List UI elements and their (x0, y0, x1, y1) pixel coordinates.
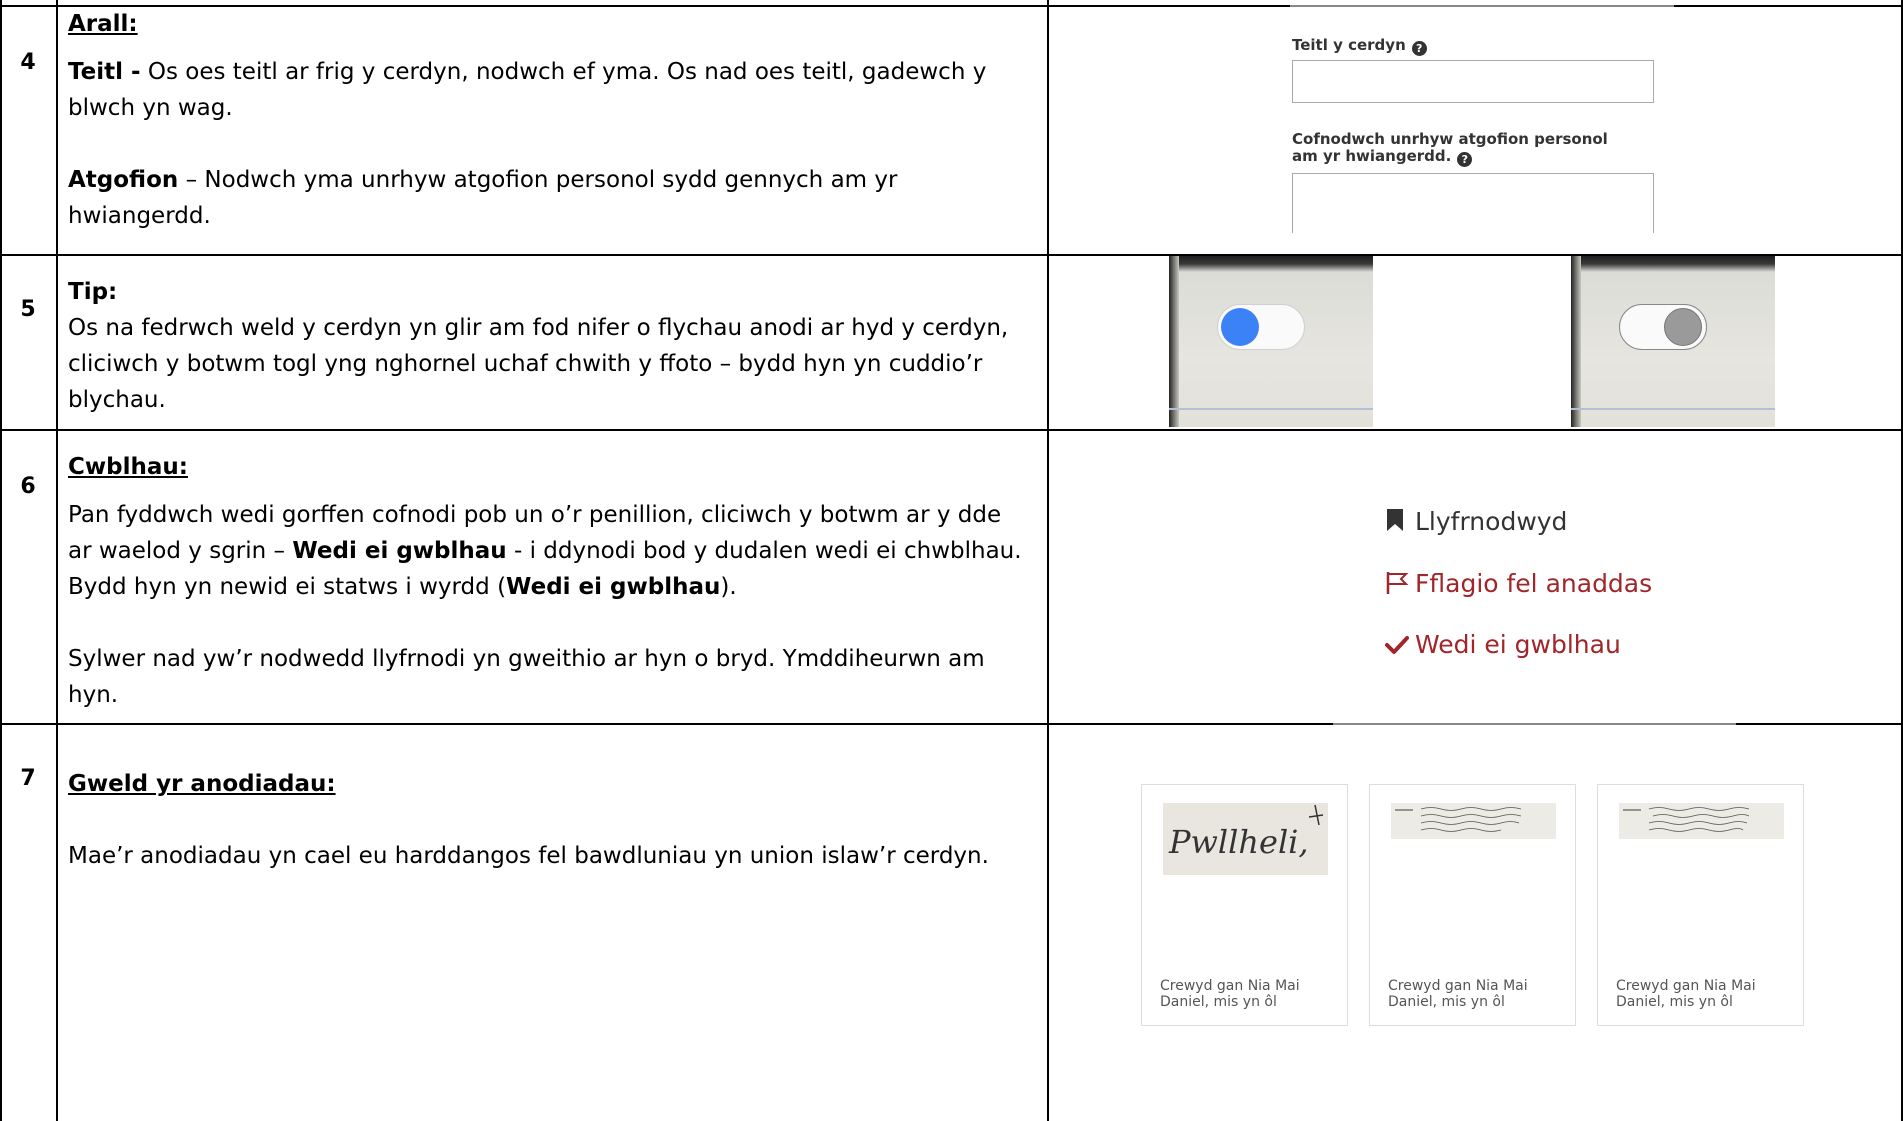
question-circle-icon[interactable]: ? (1411, 41, 1427, 56)
bookmark-icon (1387, 509, 1403, 531)
handwriting-image: Pwllheli, (1168, 804, 1324, 861)
flag-icon (1386, 572, 1409, 594)
row-number: 4 (20, 50, 36, 75)
section-heading: Tip: (68, 279, 118, 305)
annotation-caption: Crewyd gan Nia Mai Daniel, mis yn ôl (1616, 978, 1756, 1010)
row-6-text: Cwblhau: Pan fyddwch wedi gorffen cofnod… (68, 449, 1028, 713)
handwriting-thumbnail (1391, 803, 1556, 839)
section-heading: Gweld yr anodiadau: (68, 771, 336, 797)
annotation-caption: Crewyd gan Nia Mai Daniel, mis yn ôl (1388, 978, 1528, 1010)
annotation-thumbnail-card[interactable]: Pwllheli, Crewyd gan Nia Mai Daniel, mis… (1141, 784, 1348, 1026)
column-divider (1047, 0, 1049, 1121)
tip-text: Os na fedrwch weld y cerdyn yn glir am f… (68, 315, 1009, 413)
table-border-left (0, 0, 2, 1121)
card-title-input[interactable] (1292, 60, 1654, 103)
memories-input[interactable] (1292, 173, 1654, 233)
annotation-thumbnail-card[interactable]: Crewyd gan Nia Mai Daniel, mis yn ôl (1369, 784, 1576, 1026)
row-4-text: Arall: Teitl - Os oes teitl ar frig y ce… (68, 6, 1028, 234)
complete-instruction: Pan fyddwch wedi gorffen cofnodi pob un … (68, 502, 1022, 600)
annotations-text: Mae’r anodiadau yn cael eu harddangos fe… (68, 843, 989, 869)
links-bottom-edge (1333, 723, 1736, 725)
column-divider (56, 0, 58, 1121)
handwriting-thumbnail: Pwllheli, (1163, 803, 1328, 875)
row-divider (0, 429, 1903, 431)
annotation-caption: Crewyd gan Nia Mai Daniel, mis yn ôl (1160, 978, 1300, 1010)
row-7-text: Gweld yr anodiadau: Mae’r anodiadau yn c… (68, 766, 1028, 874)
row-number: 7 (20, 766, 36, 791)
section-heading: Cwblhau: (68, 454, 188, 480)
toggle-on-photo (1169, 256, 1373, 427)
question-circle-icon[interactable]: ? (1457, 152, 1473, 167)
annotation-thumbnail-card[interactable]: Crewyd gan Nia Mai Daniel, mis yn ôl (1597, 784, 1804, 1026)
svg-text:Pwllheli,: Pwllheli, (1168, 823, 1309, 861)
annotations-toggle-off[interactable] (1619, 304, 1707, 350)
instruction-table: 4 Arall: Teitl - Os oes teitl ar frig y … (0, 0, 1903, 1121)
toggle-knob (1221, 308, 1259, 346)
checkmark-icon (1385, 636, 1409, 654)
row-number: 5 (20, 297, 36, 322)
annotations-toggle-on[interactable] (1217, 304, 1305, 350)
handwriting-image (1623, 807, 1750, 832)
card-title-label: Teitl y cerdyn? (1292, 37, 1427, 56)
title-instruction: Teitl - Os oes teitl ar frig y cerdyn, n… (68, 59, 987, 121)
handwriting-image (1395, 807, 1522, 832)
row-number: 6 (20, 474, 36, 499)
handwriting-thumbnail (1619, 803, 1784, 839)
bookmark-note: Sylwer nad yw’r nodwedd llyfrnodi yn gwe… (68, 646, 985, 708)
memories-instruction: Atgofion – Nodwch yma unrhyw atgofion pe… (68, 167, 898, 229)
memories-label: Cofnodwch unrhyw atgofion personol am yr… (1292, 130, 1608, 167)
section-heading: Arall: (68, 11, 138, 37)
form-top-edge (1290, 5, 1674, 7)
row-5-text: Tip: Os na fedrwch weld y cerdyn yn glir… (68, 274, 1028, 418)
toggle-off-photo (1571, 256, 1775, 427)
toggle-knob (1664, 308, 1702, 346)
